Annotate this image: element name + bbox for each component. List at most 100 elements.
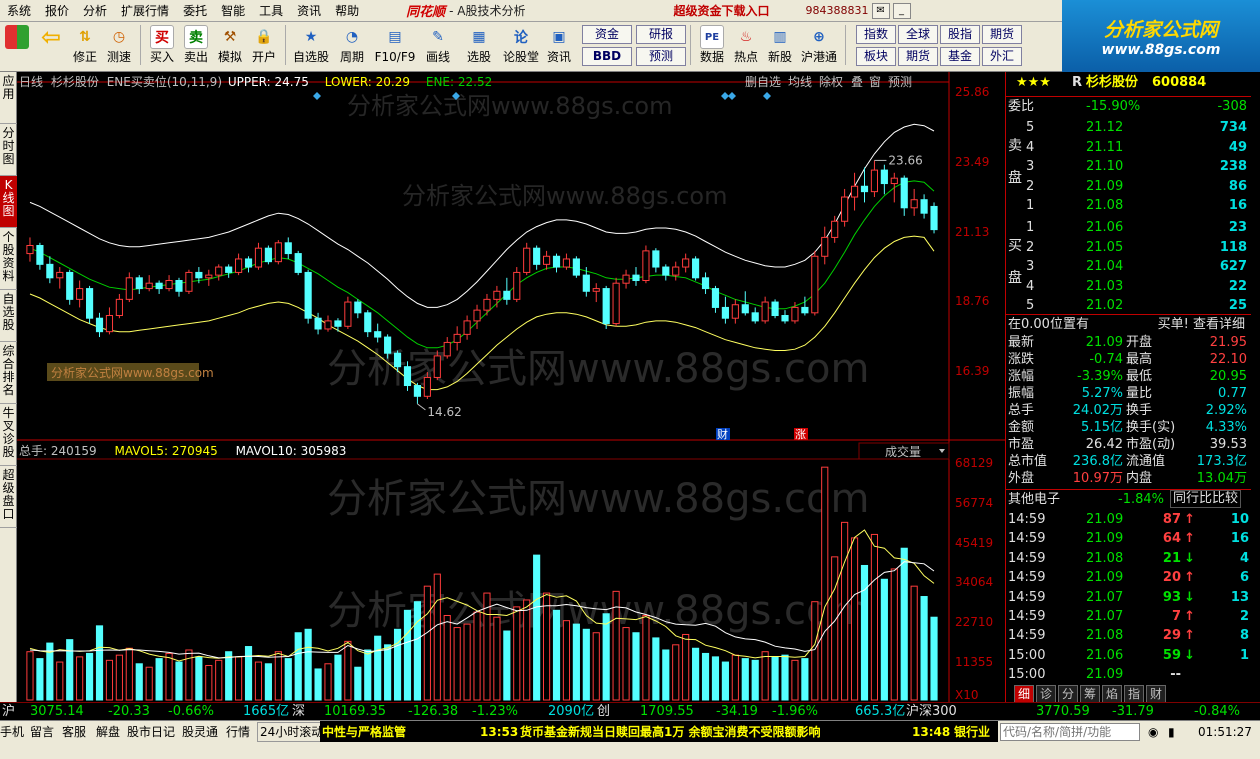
buy-button[interactable]: 买 买入 xyxy=(148,25,176,65)
sector-name[interactable]: 其他电子 xyxy=(1008,490,1060,509)
sell-level-row[interactable]: 2 21.09 86 xyxy=(1006,177,1251,196)
forecast-button[interactable]: 预测 xyxy=(636,47,686,66)
window-button[interactable]: 窗 xyxy=(869,75,881,89)
volume-bar xyxy=(781,654,789,701)
news-ticker[interactable]: 中性与严格监管 13:53 货币基金新规当日赎回最高1万 余额宝消费不受限额影响… xyxy=(320,721,998,743)
draw-line-button[interactable]: ✎ 画线 xyxy=(421,25,455,65)
menu-tools[interactable]: 工具 xyxy=(252,0,290,22)
sse-hk-button[interactable]: ⊕ 沪港通 xyxy=(800,25,838,65)
sell-level-row[interactable]: 5 21.12 734 xyxy=(1006,118,1251,137)
panel-tab[interactable]: 筹 xyxy=(1080,685,1100,703)
volume-bar xyxy=(66,639,74,701)
limit-up-badge[interactable]: 涨 xyxy=(795,428,806,441)
volume-tick: 22710 xyxy=(955,615,993,629)
futures-button-2[interactable]: 期货 xyxy=(898,47,938,66)
exright-button[interactable]: 除权 xyxy=(819,74,843,89)
menu-news[interactable]: 资讯 xyxy=(290,0,328,22)
menu-quote[interactable]: 报价 xyxy=(38,0,76,22)
panel-tab[interactable]: 焰 xyxy=(1102,685,1122,703)
futures-button[interactable]: 期货 xyxy=(982,25,1022,44)
menu-smart[interactable]: 智能 xyxy=(214,0,252,22)
remove-watchlist-button[interactable]: 删自选 xyxy=(745,75,781,89)
period-button[interactable]: ◔ 周期 xyxy=(335,25,369,65)
f10-button[interactable]: ▤ F10/F9 xyxy=(375,25,416,65)
promo-link[interactable]: 超级资金下载入口 xyxy=(674,2,770,19)
stock-index-button[interactable]: 股指 xyxy=(940,25,980,44)
index-button[interactable]: 指数 xyxy=(856,25,896,44)
panel-tab[interactable]: 细 xyxy=(1014,685,1034,703)
correct-button[interactable]: ⇅ 修正 xyxy=(71,25,99,65)
tab-kline[interactable]: K线图 xyxy=(0,176,17,228)
menu-system[interactable]: 系统 xyxy=(0,0,38,22)
research-button[interactable]: 研报 xyxy=(636,25,686,44)
buy-level-row[interactable]: 2 21.05 118 xyxy=(1006,238,1251,257)
news-button[interactable]: ▣ 资讯 xyxy=(545,25,573,65)
bbd-button[interactable]: BBD xyxy=(582,47,632,66)
menu-help[interactable]: 帮助 xyxy=(328,0,366,22)
ma-button[interactable]: 均线 xyxy=(788,75,812,89)
new-stock-button[interactable]: ▥ 新股 xyxy=(766,25,794,65)
select-stock-button[interactable]: ▦ 选股 xyxy=(461,25,497,65)
tick-volume: 93 xyxy=(1162,589,1181,605)
buy-level-row[interactable]: 3 21.04 627 xyxy=(1006,257,1251,276)
search-input[interactable] xyxy=(1000,723,1140,741)
overlay-button[interactable]: 叠 xyxy=(851,75,863,89)
volume-bar xyxy=(542,592,551,701)
watchlist-button[interactable]: ★ 自选股 xyxy=(293,25,329,65)
fund-button[interactable]: 基金 xyxy=(940,47,980,66)
indicator-dropdown[interactable]: 成交量 xyxy=(885,444,921,459)
volume-bar xyxy=(374,635,382,701)
panel-tab[interactable]: 诊 xyxy=(1036,685,1056,703)
compare-button[interactable]: 同行比比较 xyxy=(1170,490,1242,508)
candle xyxy=(294,253,302,273)
sell-level-row[interactable]: 3 21.10 238 xyxy=(1006,157,1251,176)
hot-button[interactable]: ♨ 热点 xyxy=(732,25,760,65)
tab-apps[interactable]: 应用 xyxy=(0,72,17,124)
sell-level-row[interactable]: 1 21.08 16 xyxy=(1006,196,1251,215)
buy-level-row[interactable]: 4 21.03 22 xyxy=(1006,277,1251,296)
tab-ranking[interactable]: 综合排名 xyxy=(0,342,17,404)
candle xyxy=(910,199,918,209)
tab-super-orderbook[interactable]: 超级盘口 xyxy=(0,466,17,528)
back-button[interactable]: ⇦ xyxy=(37,23,65,51)
message-icon[interactable]: ✉ xyxy=(871,2,890,19)
forex-button[interactable]: 外汇 xyxy=(982,47,1022,66)
buy-level-row[interactable]: 1 21.06 23 xyxy=(1006,218,1251,237)
panel-tab[interactable]: 财 xyxy=(1146,685,1166,703)
tab-stock-info[interactable]: 个股资料 xyxy=(0,228,17,290)
open-account-button[interactable]: 🔒 开户 xyxy=(250,25,278,65)
simulate-button[interactable]: ⚒ 模拟 xyxy=(216,25,244,65)
tab-intraday[interactable]: 分时图 xyxy=(0,124,17,176)
sector-button[interactable]: 板块 xyxy=(856,47,896,66)
analysis-link[interactable]: 解盘 xyxy=(96,721,120,743)
finance-badge[interactable]: 财 xyxy=(717,427,728,441)
tab-diagnosis[interactable]: 牛叉诊股 xyxy=(0,404,17,466)
service-link[interactable]: 客服 xyxy=(62,721,86,743)
speed-test-button[interactable]: ◷ 测速 xyxy=(105,25,133,65)
minimize-icon[interactable]: _ xyxy=(892,2,911,19)
layout-button[interactable] xyxy=(3,25,31,49)
panel-tab[interactable]: 指 xyxy=(1124,685,1144,703)
sell-level-row[interactable]: 4 21.11 49 xyxy=(1006,138,1251,157)
global-button[interactable]: 全球 xyxy=(898,25,938,44)
menu-analysis[interactable]: 分析 xyxy=(76,0,114,22)
diary-link[interactable]: 股市日记 xyxy=(127,721,175,743)
panel-tab[interactable]: 分 xyxy=(1058,685,1078,703)
market-link[interactable]: 行情 xyxy=(226,721,250,743)
volume-bar xyxy=(632,632,640,701)
mobile-link[interactable]: 手机 xyxy=(0,721,24,743)
menu-trade[interactable]: 委托 xyxy=(176,0,214,22)
fund-flow-button[interactable]: 资金 xyxy=(582,25,632,44)
detail-link[interactable]: 买单! 查看详细 xyxy=(1158,315,1245,334)
kline-chart-area[interactable]: 分析家公式网www.88gs.com 分析家公式网www.88gs.com 分析… xyxy=(17,72,1005,702)
stock-alert-link[interactable]: 股灵通 xyxy=(182,721,218,743)
menu-extended-market[interactable]: 扩展行情 xyxy=(114,0,176,22)
scroll-news-tab[interactable]: 24小时滚动 xyxy=(257,722,327,742)
buy-level-row[interactable]: 5 21.02 25 xyxy=(1006,296,1251,315)
forecast-chart-button[interactable]: 预测 xyxy=(888,75,912,89)
message-link[interactable]: 留言 xyxy=(30,721,54,743)
sell-button[interactable]: 卖 卖出 xyxy=(182,25,210,65)
tab-watchlist[interactable]: 自选股 xyxy=(0,290,17,342)
data-button[interactable]: PE 数据 xyxy=(698,25,726,65)
discuss-button[interactable]: 论 论股堂 xyxy=(503,25,539,65)
